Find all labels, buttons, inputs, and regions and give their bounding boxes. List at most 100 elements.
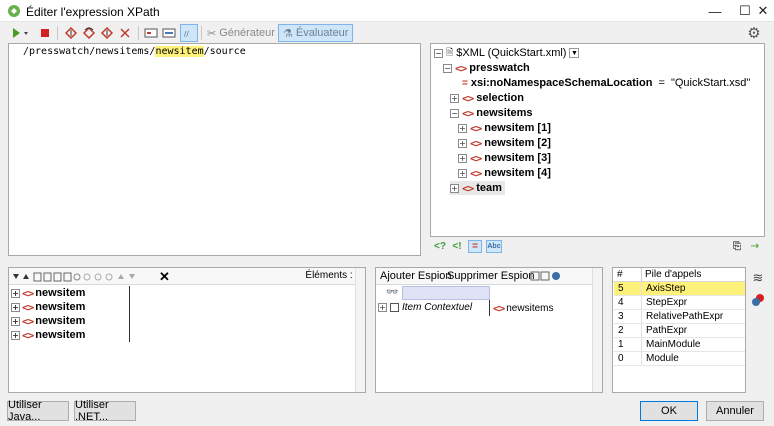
row-name: RelativePathExpr <box>646 311 724 322</box>
result-row[interactable]: + <> newsitem <box>11 328 85 342</box>
clear-results-icon[interactable]: ✕ <box>159 269 170 285</box>
wrench-icon: ✂ <box>207 27 217 40</box>
layers-icon[interactable]: ≋ <box>750 270 766 286</box>
callstack-row[interactable]: 2 PathExpr <box>614 324 745 338</box>
xpath-version-icon[interactable]: // <box>180 24 198 42</box>
element-icon: <> <box>470 166 482 180</box>
remove-watch-button[interactable]: Supprimer Espion <box>447 270 534 282</box>
expand-icon[interactable]: + <box>11 316 20 326</box>
show-comments-icon[interactable]: <? <box>434 240 446 253</box>
step-over-icon[interactable] <box>80 24 98 42</box>
step-out-icon[interactable] <box>98 24 116 42</box>
tree-node-attribute[interactable]: = xsi:noNamespaceSchemaLocation = "Quick… <box>462 76 750 90</box>
element-icon: <> <box>455 61 467 75</box>
show-pi-icon[interactable]: <! <box>450 240 464 253</box>
row-number: 2 <box>618 325 624 336</box>
expand-icon[interactable]: + <box>450 93 459 103</box>
debug-circles-icon[interactable] <box>750 292 766 308</box>
watch-pane: Ajouter Espion Supprimer Espion 👓 + Item… <box>375 267 603 393</box>
tree-node-newsitem-4[interactable]: + <> newsitem [4] <box>458 166 551 180</box>
breakpoint-icon[interactable] <box>116 24 134 42</box>
evaluator-button[interactable]: ⚗ Évaluateur <box>278 24 354 42</box>
watch-toolbar-icons[interactable] <box>530 271 562 282</box>
callstack-row[interactable]: 1 MainModule <box>614 338 745 352</box>
expand-icon[interactable]: + <box>11 330 20 340</box>
app-icon <box>8 5 20 17</box>
expand-icon[interactable]: + <box>378 303 387 312</box>
sync-icon[interactable]: ⇢ <box>748 240 762 253</box>
tree-node-label: newsitem [1] <box>484 122 551 134</box>
cancel-button[interactable]: Annuler <box>706 401 764 421</box>
evaluator-label: Évaluateur <box>295 27 349 39</box>
tree-node-label: newsitems <box>476 107 533 119</box>
tree-node-selection[interactable]: + <> selection <box>450 91 524 105</box>
collapse-icon[interactable]: − <box>443 63 452 73</box>
context-item-icon <box>390 303 399 312</box>
row-name: MainModule <box>646 339 701 350</box>
refresh-icon[interactable]: ⎘ <box>730 240 744 253</box>
window-title: Éditer l'expression XPath <box>26 5 160 19</box>
result-label: newsitem <box>35 301 86 313</box>
watch-scrollbar[interactable] <box>592 268 602 392</box>
tree-node-team[interactable]: + <> team <box>450 181 505 195</box>
expand-icon[interactable]: + <box>458 153 467 163</box>
watch-row-context[interactable]: + Item Contextuel <box>378 302 472 313</box>
row-name: StepExpr <box>646 297 688 308</box>
element-icon: <> <box>462 91 474 105</box>
minimize-button[interactable]: — <box>700 0 730 22</box>
ok-button[interactable]: OK <box>640 401 698 421</box>
expand-icon[interactable]: + <box>458 123 467 133</box>
callstack-row[interactable]: 0 Module <box>614 352 745 366</box>
dropdown-icon[interactable]: ▼ <box>569 48 580 58</box>
expand-icon[interactable]: + <box>458 138 467 148</box>
tree-node-newsitems[interactable]: − <> newsitems <box>450 106 533 120</box>
use-net-button[interactable]: Utiliser .NET... <box>74 399 136 423</box>
callstack-row[interactable]: 3 RelativePathExpr <box>614 310 745 324</box>
result-row[interactable]: + <> newsitem <box>11 300 85 314</box>
tree-node-newsitem-3[interactable]: + <> newsitem [3] <box>458 151 551 165</box>
results-scrollbar[interactable] <box>355 268 365 392</box>
expand-icon[interactable]: + <box>11 302 20 312</box>
use-java-button[interactable]: Utiliser Java... <box>7 399 69 423</box>
new-watch-input[interactable] <box>402 286 490 300</box>
window-layout-alt-icon[interactable] <box>160 24 178 42</box>
collapse-icon[interactable]: − <box>434 48 443 58</box>
element-icon: <> <box>22 286 34 300</box>
expand-icon[interactable]: + <box>11 288 20 298</box>
expr-suffix: /source <box>203 46 246 57</box>
title-bar: Éditer l'expression XPath — ☐ ✕ <box>0 0 774 22</box>
result-row[interactable]: + <> newsitem <box>11 286 85 300</box>
tree-root-label: $XML (QuickStart.xml) <box>456 47 567 59</box>
results-toolbar-icons[interactable] <box>12 272 172 282</box>
watch-value: <> newsitems <box>493 302 554 315</box>
tree-node-presswatch[interactable]: − <> presswatch <box>443 61 530 75</box>
element-icon: <> <box>470 136 482 150</box>
result-row[interactable]: + <> newsitem <box>11 314 85 328</box>
xml-tree: − 🗎 $XML (QuickStart.xml) ▼ − <> presswa… <box>430 43 765 237</box>
run-debug-icon[interactable] <box>10 24 32 42</box>
attribute-icon: = <box>462 77 468 89</box>
callstack-row[interactable]: 4 StepExpr <box>614 296 745 310</box>
expand-icon[interactable]: + <box>450 183 459 193</box>
stop-icon[interactable] <box>38 24 52 42</box>
tree-node-label: newsitem [2] <box>484 137 551 149</box>
tree-node-newsitem-2[interactable]: + <> newsitem [2] <box>458 136 551 150</box>
step-into-icon[interactable] <box>62 24 80 42</box>
collapse-icon[interactable]: − <box>450 108 459 118</box>
tree-root[interactable]: − 🗎 $XML (QuickStart.xml) ▼ <box>434 46 580 60</box>
show-text-icon[interactable]: Abc <box>486 240 502 253</box>
toolbar-separator <box>57 26 58 40</box>
toolbar: // ✂ Générateur ⚗ Évaluateur ⚙ <box>0 22 774 44</box>
settings-gear-icon[interactable]: ⚙ <box>745 24 763 42</box>
xpath-editor[interactable]: /presswatch/newsitems/newsitem/source <box>8 43 421 256</box>
window-layout-icon[interactable] <box>142 24 160 42</box>
expand-icon[interactable]: + <box>458 168 467 178</box>
tree-node-newsitem-1[interactable]: + <> newsitem [1] <box>458 121 551 135</box>
xpath-expression[interactable]: /presswatch/newsitems/newsitem/source <box>23 46 246 57</box>
callstack-row[interactable]: 5 AxisStep <box>614 282 745 296</box>
close-button[interactable]: ✕ <box>752 0 774 22</box>
add-watch-button[interactable]: Ajouter Espion <box>380 270 452 282</box>
show-attributes-icon[interactable]: = <box>468 240 482 253</box>
generator-button[interactable]: ✂ Générateur <box>203 24 279 42</box>
column-divider <box>129 286 130 342</box>
